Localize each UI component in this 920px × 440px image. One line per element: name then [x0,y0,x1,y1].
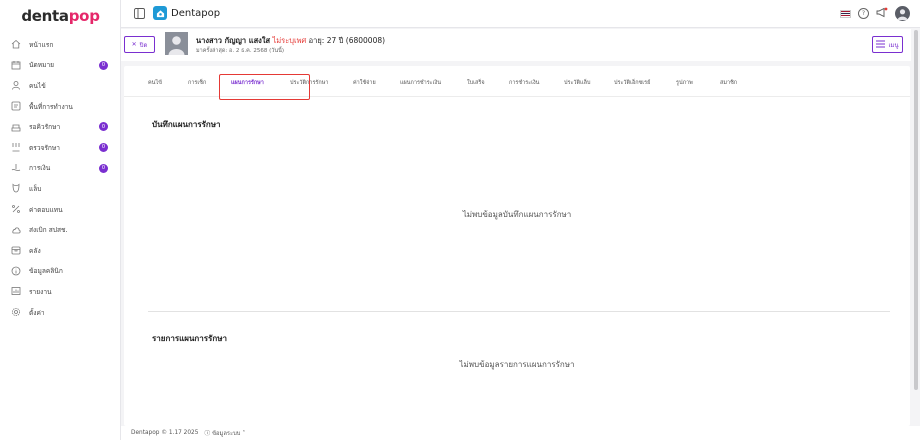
sidebar-item-label: หน้าแรก [29,40,54,49]
system-info-link[interactable]: ⓘ ข้อมูลระบบ ˄ [204,428,245,438]
sidebar: dentapop หน้าแรก นัดหมาย 0 คนไข้ พื้นที่… [0,0,121,440]
sidebar-item-label: ข้อมูลคลินิก [29,267,63,276]
footer-copyright: Dentapop © 1.17 2025 [131,430,199,436]
app-logo[interactable]: dentapop [0,7,121,25]
info-icon: ⓘ [204,431,211,437]
patient-identity: นางสาว กัญญา แสงใส ไม่ระบุเพศ อายุ: 27 ป… [196,35,385,47]
content-card: คนไข้ การเช็ก แผนการรักษา ประวัติการรักษ… [124,66,910,426]
sidebar-item-label: การเงิน [29,164,51,173]
treatment-icon [11,142,21,152]
sidebar-item-appointments[interactable]: นัดหมาย 0 [0,55,121,76]
sidebar-item-label: ค่าตอบแทน [29,205,63,214]
sidebar-menu: หน้าแรก นัดหมาย 0 คนไข้ พื้นที่การทำงาน … [0,34,121,322]
tab-images[interactable]: รูปภาพ [676,79,693,87]
hamburger-icon [876,40,886,50]
count-badge: 0 [99,163,108,173]
sidebar-item-label: ตั้งค่า [29,308,45,317]
close-patient-button[interactable]: ✕ ปิด [124,36,155,53]
sidebar-item-clinic-info[interactable]: ข้อมูลคลินิก [0,261,121,282]
calendar-icon [11,60,21,70]
sidebar-item-inventory[interactable]: คลัง [0,240,121,261]
sidebar-item-label: แล็บ [29,184,42,193]
sidebar-item-reports[interactable]: รายงาน [0,281,121,302]
user-icon [11,80,21,91]
count-badge: 0 [99,60,108,70]
chevron-up-icon: ˄ [242,431,246,437]
inventory-icon [11,245,21,255]
system-info-label: ข้อมูลระบบ [212,431,241,437]
tab-receipts[interactable]: ใบเสร็จ [467,79,485,87]
tab-lab-history[interactable]: ประวัติแล็บ [564,79,590,87]
help-icon[interactable]: ? [858,8,869,19]
sidebar-item-label: ส่งเบิก สปสช. [29,226,68,235]
tab-treatment-history[interactable]: ประวัติการรักษา [290,79,328,87]
patient-photo [165,32,188,55]
patient-gender: ไม่ระบุเพศ [272,36,307,45]
user-avatar[interactable] [895,6,910,21]
section-divider [148,311,890,312]
menu-button-label: เมนู [888,42,899,49]
finance-icon [11,163,21,173]
top-bar: Dentapop ? [121,0,920,28]
sidebar-item-label: รอคิวรักษา [29,123,61,132]
workspace-icon [11,101,21,111]
sidebar-item-patients[interactable]: คนไข้ [0,75,121,96]
sidebar-item-label: พื้นที่การทำงาน [29,102,73,111]
sidebar-item-label: คนไข้ [29,81,46,90]
footer: Dentapop © 1.17 2025 ⓘ ข้อมูลระบบ ˄ [121,426,920,440]
sidebar-item-lab[interactable]: แล็บ [0,178,121,199]
tab-payments[interactable]: การชำระเงิน [509,79,539,87]
sidebar-item-nhso-claim[interactable]: ส่งเบิก สปสช. [0,219,121,240]
patient-hn: (6800008) [345,36,386,45]
sidebar-item-label: คลัง [29,246,41,255]
sidebar-item-workspace[interactable]: พื้นที่การทำงาน [0,96,121,117]
sidebar-item-label: รายงาน [29,287,52,296]
tab-treatment-plan[interactable]: แผนการรักษา [231,79,264,87]
sidebar-item-queue[interactable]: รอคิวรักษา 0 [0,116,121,137]
active-tab-highlight [219,74,310,100]
sidebar-item-treatment[interactable]: ตรวจรักษา 0 [0,137,121,158]
plan-list-title: รายการแผนการรักษา [152,334,227,343]
patient-tabs: คนไข้ การเช็ก แผนการรักษา ประวัติการรักษ… [124,66,910,100]
language-flag-icon[interactable] [840,9,851,18]
tab-xray-history[interactable]: ประวัติเอ็กซเรย์ [614,79,650,87]
queue-icon [11,122,21,132]
plan-notes-title: บันทึกแผนการรักษา [152,120,221,129]
patient-age: อายุ: 27 ปี [308,36,344,45]
tab-expenses[interactable]: ค่าใช้จ่าย [353,79,376,87]
announcement-icon[interactable] [876,7,888,20]
app-home-icon[interactable] [153,6,167,20]
sidebar-toggle-icon[interactable] [134,8,145,19]
count-badge: 0 [99,122,108,132]
count-badge: 0 [99,142,108,152]
plan-list-empty-message: ไม่พบข้อมูลรายการแผนการรักษา [459,360,575,369]
tab-membership[interactable]: สมาชิก [720,79,737,87]
gear-icon [11,307,21,317]
page-scrollbar[interactable] [914,30,918,390]
lab-icon [11,183,21,193]
info-icon [11,266,21,276]
patient-name: นางสาว กัญญา แสงใส [196,36,271,45]
app-title: Dentapop [171,8,221,19]
plan-notes-empty-message: ไม่พบข้อมูลบันทึกแผนการรักษา [462,210,572,219]
patient-last-visit: มาครั้งล่าสุด: อ. 2 ธ.ค. 2568 (วันนี้) [196,48,284,54]
tab-payment-plan[interactable]: แผนการชำระเงิน [400,79,441,87]
tab-checkin[interactable]: การเช็ก [188,79,206,87]
patient-header: ✕ ปิด นางสาว กัญญา แสงใส ไม่ระบุเพศ อายุ… [121,29,911,61]
sidebar-item-settings[interactable]: ตั้งค่า [0,302,121,323]
sidebar-item-finance[interactable]: การเงิน 0 [0,158,121,179]
sidebar-item-label: นัดหมาย [29,61,55,70]
report-icon [11,286,21,296]
patient-menu-button[interactable]: เมนู [872,36,903,53]
sidebar-item-home[interactable]: หน้าแรก [0,34,121,55]
home-icon [11,39,21,49]
close-icon: ✕ [131,42,137,48]
close-button-label: ปิด [139,42,148,49]
tab-patient[interactable]: คนไข้ [148,79,162,87]
top-bar-actions: ? [840,6,910,21]
percent-icon [11,204,21,214]
sidebar-item-commission[interactable]: ค่าตอบแทน [0,199,121,220]
sidebar-item-label: ตรวจรักษา [29,143,60,152]
cloud-icon [11,225,21,235]
